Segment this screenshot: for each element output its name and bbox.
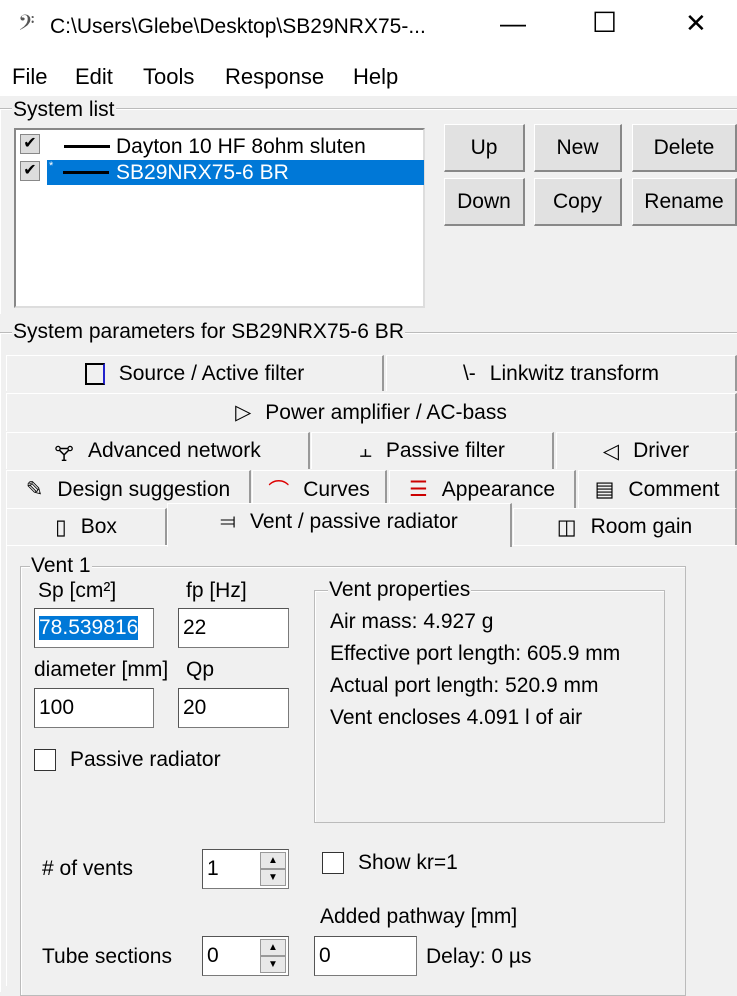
effective-port-length-text: Effective port length: 605.9 mm xyxy=(330,642,621,665)
maximize-button[interactable]: ☐ xyxy=(592,6,617,39)
copy-button[interactable]: Copy xyxy=(534,178,622,226)
tab-label: Power amplifier / AC-bass xyxy=(265,400,507,424)
vent-icon: ⫤ xyxy=(220,510,237,533)
added-pathway-input[interactable]: 0 xyxy=(314,936,417,976)
menu-edit[interactable]: Edit xyxy=(75,64,113,90)
tube-sections-value: 0 xyxy=(207,944,219,967)
system-item-name: SB29NRX75-6 BR xyxy=(116,161,289,184)
tab-advanced-network[interactable]: 🝖 Advanced network xyxy=(6,432,310,469)
tab-label: Advanced network xyxy=(87,439,261,462)
tab-comment[interactable]: ▤ Comment xyxy=(578,470,737,508)
system-checkbox[interactable]: ✔ xyxy=(20,161,40,181)
menu-bar: File Edit Tools Response Help xyxy=(0,54,737,96)
show-kr-checkbox[interactable] xyxy=(322,852,344,874)
title-bar: 𝄢 C:\Users\Glebe\Desktop\SB29NRX75-... —… xyxy=(0,0,737,54)
fp-label: fp [Hz] xyxy=(186,579,247,602)
new-button[interactable]: New xyxy=(534,124,622,172)
amplifier-triangle-icon: ▷ xyxy=(235,401,252,424)
tab-label: Vent / passive radiator xyxy=(250,510,458,533)
menu-tools[interactable]: Tools xyxy=(143,64,194,90)
num-vents-spinner[interactable]: 1 ▲ ▼ xyxy=(202,849,289,889)
fp-input[interactable]: 22 xyxy=(178,608,289,648)
delay-text: Delay: 0 µs xyxy=(426,945,532,968)
vent-1-label: Vent 1 xyxy=(30,554,92,577)
sp-label: Sp [cm²] xyxy=(38,579,117,602)
tab-label: Box xyxy=(80,515,117,538)
passive-radiator-checkbox[interactable] xyxy=(34,749,56,771)
tab-label: Passive filter xyxy=(385,439,505,462)
up-button[interactable]: Up xyxy=(444,124,525,172)
num-vents-value: 1 xyxy=(207,857,219,880)
linkwitz-icon: \- xyxy=(462,361,476,385)
minimize-button[interactable]: — xyxy=(500,8,526,39)
diameter-label: diameter [mm] xyxy=(34,658,169,681)
tab-box[interactable]: ▯ Box xyxy=(6,508,167,545)
menu-response[interactable]: Response xyxy=(225,64,324,90)
tab-label: Room gain xyxy=(590,515,693,538)
spin-up-icon[interactable]: ▲ xyxy=(260,939,286,956)
close-button[interactable]: ✕ xyxy=(685,8,707,39)
sp-input[interactable]: 78.539816 xyxy=(34,608,154,648)
system-list-label: System list xyxy=(12,98,116,121)
spin-down-icon[interactable]: ▼ xyxy=(260,956,286,973)
diameter-input[interactable]: 100 xyxy=(34,688,154,728)
tab-label: Driver xyxy=(633,439,690,462)
delete-button[interactable]: Delete xyxy=(632,124,737,172)
menu-help[interactable]: Help xyxy=(353,64,398,90)
vent-air-volume-text: Vent encloses 4.091 l of air xyxy=(330,706,583,729)
comment-icon: ▤ xyxy=(594,478,615,501)
tab-driver[interactable]: ◁ Driver xyxy=(556,432,737,469)
qp-input[interactable]: 20 xyxy=(178,688,289,728)
system-parameters-label: System parameters for SB29NRX75-6 BR xyxy=(12,320,405,343)
speaker-icon: ◁ xyxy=(602,439,620,463)
qp-label: Qp xyxy=(186,658,215,681)
tab-room-gain[interactable]: ◫ Room gain xyxy=(513,508,737,545)
down-button[interactable]: Down xyxy=(444,178,525,226)
system-checkbox[interactable]: ✔ xyxy=(20,134,40,154)
spin-up-icon[interactable]: ▲ xyxy=(260,852,286,869)
app-bass-clef-icon: 𝄢 xyxy=(18,10,35,40)
tube-sections-spinner[interactable]: 0 ▲ ▼ xyxy=(202,936,289,976)
system-listbox[interactable]: ✔ Dayton 10 HF 8ohm sluten ✔ * SB29NRX75… xyxy=(14,128,425,308)
passive-filter-icon: ⫠ xyxy=(359,439,372,462)
appearance-lines-icon: ☰ xyxy=(408,478,428,501)
tab-power-amplifier[interactable]: ▷ Power amplifier / AC-bass xyxy=(6,393,737,431)
filter-icon xyxy=(84,362,105,385)
tab-passive-filter[interactable]: ⫠ Passive filter xyxy=(311,432,554,469)
tab-label: Source / Active filter xyxy=(118,361,305,385)
sp-value: 78.539816 xyxy=(39,616,139,640)
magic-wand-icon: ✎ xyxy=(25,478,44,501)
actual-port-length-text: Actual port length: 520.9 mm xyxy=(330,674,599,697)
num-vents-label: # of vents xyxy=(42,857,134,880)
network-icon: 🝖 xyxy=(54,442,74,466)
room-icon: ◫ xyxy=(556,515,577,539)
tab-linkwitz-transform[interactable]: \- Linkwitz transform xyxy=(386,355,737,391)
tube-sections-label: Tube sections xyxy=(42,945,172,968)
spin-down-icon[interactable]: ▼ xyxy=(260,869,286,886)
tab-label: Appearance xyxy=(441,477,556,501)
box-icon: ▯ xyxy=(55,515,67,539)
tab-source-active-filter[interactable]: Source / Active filter xyxy=(6,355,384,391)
tab-label: Design suggestion xyxy=(57,477,231,501)
tab-label: Comment xyxy=(628,477,720,501)
added-pathway-label: Added pathway [mm] xyxy=(320,905,518,928)
menu-file[interactable]: File xyxy=(12,64,47,90)
rename-button[interactable]: Rename xyxy=(632,178,737,226)
air-mass-text: Air mass: 4.927 g xyxy=(330,610,494,633)
vent-properties-label: Vent properties xyxy=(328,578,472,601)
tab-label: Curves xyxy=(303,477,370,501)
system-item-selected[interactable]: * SB29NRX75-6 BR xyxy=(47,160,424,185)
system-item-name[interactable]: Dayton 10 HF 8ohm sluten xyxy=(116,135,366,159)
passive-radiator-label: Passive radiator xyxy=(70,748,221,771)
show-kr-label: Show kr=1 xyxy=(358,851,458,874)
window-title: C:\Users\Glebe\Desktop\SB29NRX75-... xyxy=(50,15,426,38)
line-style-icon xyxy=(63,171,109,174)
tab-label: Linkwitz transform xyxy=(489,361,660,385)
line-style-icon xyxy=(64,145,110,148)
modified-marker: * xyxy=(49,160,54,172)
curves-icon: ⌒ xyxy=(268,479,290,503)
tab-vent-passive-radiator[interactable]: ⫤ Vent / passive radiator xyxy=(167,503,512,547)
